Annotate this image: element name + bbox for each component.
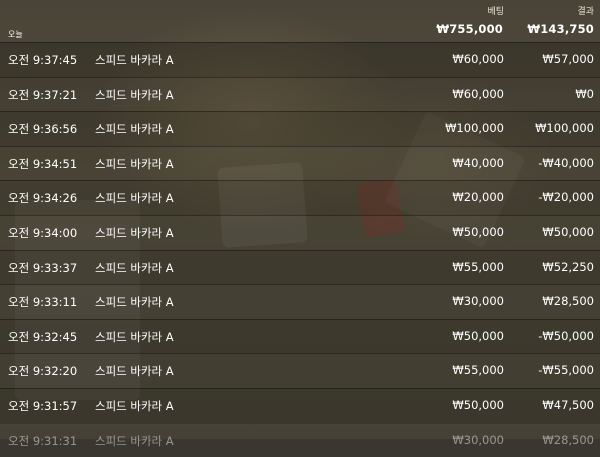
bet-amount: ₩30,000 [452, 294, 504, 309]
bet-history-row[interactable]: 오전 9:36:56 스피드 바카라 A ₩100,000 ₩100,000 [0, 111, 600, 146]
bet-time: 오전 9:33:11 [8, 295, 78, 310]
bet-history-row[interactable]: 오전 9:32:20 스피드 바카라 A ₩55,000 -₩55,000 [0, 353, 600, 388]
bet-amount: ₩100,000 [445, 121, 504, 136]
bet-history-row[interactable]: 오전 9:33:11 스피드 바카라 A ₩30,000 ₩28,500 [0, 284, 600, 319]
result-amount: -₩40,000 [538, 155, 594, 170]
bet-history-row[interactable]: 오전 9:33:37 스피드 바카라 A ₩55,000 ₩52,250 [0, 249, 600, 285]
result-amount: ₩28,500 [542, 294, 594, 309]
total-result-amount: ₩143,750 [527, 22, 594, 36]
result-column-header: 결과 [577, 7, 594, 17]
bet-history-row[interactable]: 오전 9:34:00 스피드 바카라 A ₩50,000 ₩50,000 [0, 214, 600, 250]
bet-amount: ₩40,000 [452, 155, 504, 170]
total-bet-amount: ₩755,000 [436, 22, 503, 36]
result-amount: ₩100,000 [535, 121, 594, 136]
game-name: 스피드 바카라 A [95, 53, 174, 67]
bet-amount: ₩50,000 [452, 328, 504, 343]
bet-history-panel: 베팅 결과 오늘 ₩755,000 ₩143,750 오전 9:37:45 스피… [0, 0, 600, 457]
bet-history-row[interactable]: 오전 9:32:45 스피드 바카라 A ₩50,000 -₩50,000 [0, 318, 600, 354]
bet-time: 오전 9:32:45 [8, 329, 78, 344]
game-name: 스피드 바카라 A [95, 87, 174, 102]
result-amount: ₩47,500 [542, 397, 594, 412]
result-amount: ₩50,000 [542, 224, 594, 239]
bet-time: 오전 9:34:51 [8, 156, 78, 171]
bet-time: 오전 9:37:45 [8, 53, 78, 67]
bet-amount: ₩55,000 [452, 363, 504, 378]
game-name: 스피드 바카라 A [95, 122, 174, 137]
result-amount: -₩20,000 [538, 190, 594, 205]
date-section-label: 오늘 [8, 30, 23, 39]
game-name: 스피드 바카라 A [95, 364, 174, 379]
bet-amount: ₩20,000 [452, 190, 504, 205]
bet-time: 오전 9:36:56 [8, 122, 78, 137]
result-amount: ₩0 [575, 86, 594, 101]
game-name: 스피드 바카라 A [95, 225, 174, 240]
game-name: 스피드 바카라 A [95, 329, 174, 344]
game-name: 스피드 바카라 A [95, 433, 174, 448]
bet-time: 오전 9:34:26 [8, 191, 78, 206]
bet-time: 오전 9:31:57 [8, 398, 78, 413]
game-name: 스피드 바카라 A [95, 260, 174, 275]
bet-history-row[interactable]: 오전 9:31:57 스피드 바카라 A ₩50,000 ₩47,500 [0, 387, 600, 423]
result-amount: ₩52,250 [542, 259, 594, 274]
bet-time: 오전 9:33:37 [8, 260, 78, 275]
game-name: 스피드 바카라 A [95, 191, 174, 206]
game-name: 스피드 바카라 A [95, 156, 174, 171]
bet-amount: ₩60,000 [452, 86, 504, 101]
bet-amount: ₩60,000 [452, 52, 504, 66]
game-name: 스피드 바카라 A [95, 398, 174, 413]
bet-time: 오전 9:32:20 [8, 364, 78, 379]
bet-amount: ₩30,000 [452, 432, 504, 447]
bet-history-row[interactable]: 오전 9:31:31 스피드 바카라 A ₩30,000 ₩28,500 [0, 422, 600, 457]
bet-time: 오전 9:37:21 [8, 87, 78, 102]
bet-history-row[interactable]: 오전 9:37:45 스피드 바카라 A ₩60,000 ₩57,000 [0, 42, 600, 77]
result-amount: ₩28,500 [542, 432, 594, 447]
bet-history-list: 오전 9:37:45 스피드 바카라 A ₩60,000 ₩57,000 오전 … [0, 42, 600, 457]
bet-history-row[interactable]: 오전 9:34:51 스피드 바카라 A ₩40,000 -₩40,000 [0, 145, 600, 181]
bet-amount: ₩50,000 [452, 224, 504, 239]
bet-time: 오전 9:34:00 [8, 225, 78, 240]
bet-time: 오전 9:31:31 [8, 433, 78, 448]
bet-column-header: 베팅 [487, 7, 504, 17]
bet-amount: ₩50,000 [452, 397, 504, 412]
bet-history-header: 베팅 결과 오늘 ₩755,000 ₩143,750 [0, 0, 600, 40]
game-name: 스피드 바카라 A [95, 295, 174, 310]
bet-history-row[interactable]: 오전 9:37:21 스피드 바카라 A ₩60,000 ₩0 [0, 76, 600, 112]
result-amount: -₩55,000 [538, 363, 594, 378]
bet-amount: ₩55,000 [452, 259, 504, 274]
result-amount: ₩57,000 [542, 52, 594, 66]
bet-history-row[interactable]: 오전 9:34:26 스피드 바카라 A ₩20,000 -₩20,000 [0, 180, 600, 215]
result-amount: -₩50,000 [538, 328, 594, 343]
